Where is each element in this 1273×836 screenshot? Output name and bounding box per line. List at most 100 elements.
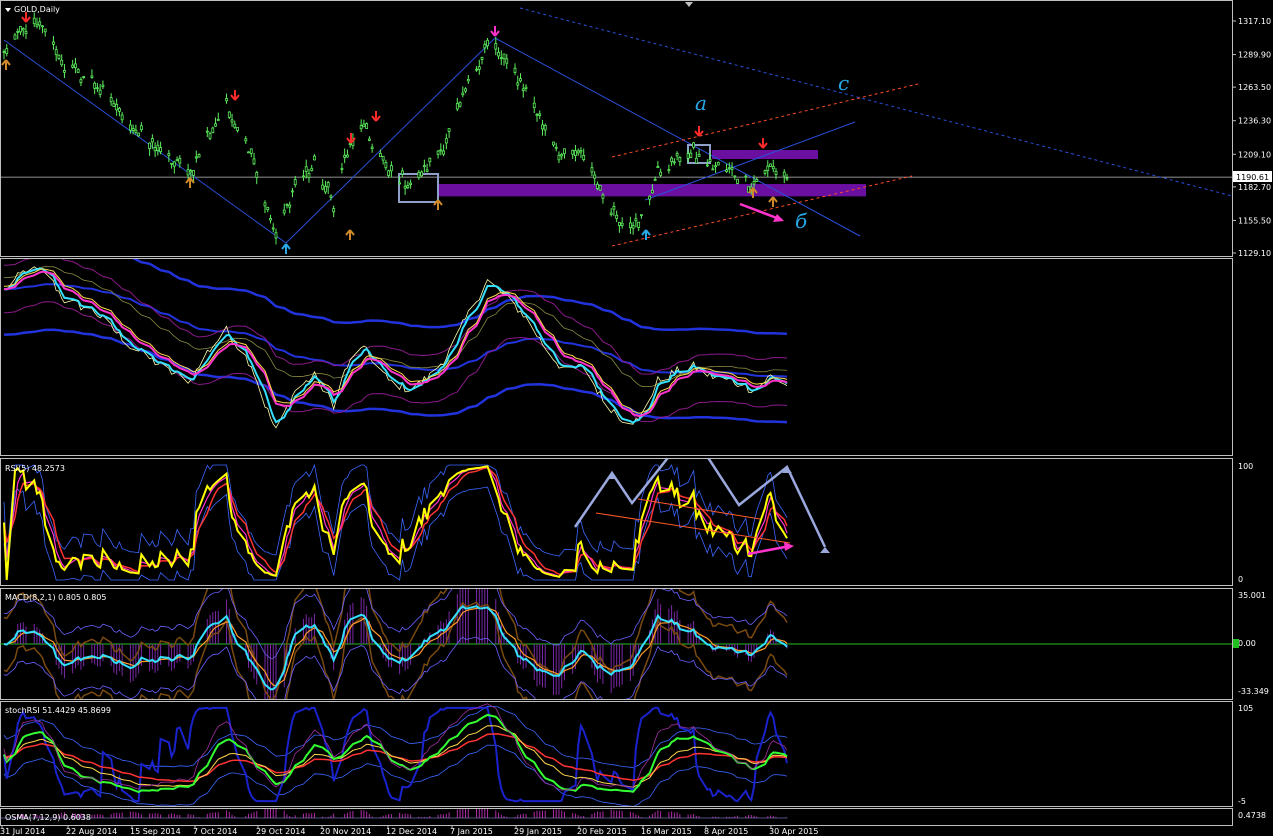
candle-body	[763, 170, 767, 174]
price-tick-label: 1236.30	[1238, 117, 1271, 126]
price-tick-label: 1209.10	[1238, 150, 1271, 159]
candle-body	[590, 167, 594, 173]
candle-body	[716, 162, 720, 166]
candle-body	[733, 175, 737, 178]
candle-body	[574, 150, 577, 156]
candle-body	[76, 68, 80, 73]
macd-tick-label: -33.349	[1238, 687, 1269, 696]
date-tick-label: 29 Oct 2014	[256, 827, 305, 836]
candle-body	[461, 92, 465, 96]
candle-body	[326, 182, 330, 188]
close-line	[3, 266, 788, 429]
candle-body	[178, 157, 182, 164]
candle-body	[71, 64, 75, 68]
candle-body	[205, 130, 209, 133]
date-tick-label: 12 Dec 2014	[386, 827, 437, 836]
candle-body	[535, 113, 539, 116]
date-axis: 31 Jul 2014 22 Aug 2014 15 Sep 2014 7 Oct 2…	[0, 826, 818, 836]
fractal-down-arrow	[758, 138, 768, 149]
candle-body	[497, 51, 500, 57]
fractal-down-arrow	[490, 26, 500, 37]
candle-body	[486, 39, 489, 47]
candle-body	[134, 129, 138, 133]
candle-body	[598, 185, 602, 191]
candle-body	[329, 195, 333, 198]
rsi-panel[interactable]	[3, 430, 830, 581]
zigzag-arrowhead	[820, 547, 830, 553]
candle-body	[552, 141, 555, 146]
candle-body	[82, 76, 86, 78]
candle-body	[675, 152, 679, 157]
candle-body	[579, 149, 583, 153]
symbol-title: GOLD,Daily	[14, 5, 60, 14]
candle-body	[5, 48, 9, 54]
fractal-down-arrow	[694, 126, 704, 137]
candle-body	[648, 195, 652, 200]
menu-triangle-icon[interactable]	[5, 8, 11, 12]
candle-body	[346, 154, 349, 158]
candle-body	[208, 133, 212, 139]
current-price-label: 1190.61	[1236, 173, 1269, 182]
candle-body	[227, 111, 231, 118]
bands-panel[interactable]	[3, 242, 788, 429]
candle-body	[670, 157, 674, 163]
osma-panel[interactable]	[0, 806, 788, 819]
candle-body	[13, 34, 17, 40]
date-tick-label: 7 Jan 2015	[450, 827, 493, 836]
trend-line	[285, 37, 496, 244]
candle-body	[634, 218, 638, 222]
candle-body	[714, 165, 717, 168]
candle-body	[499, 57, 503, 60]
candle-body	[112, 103, 116, 107]
candle-body	[420, 171, 424, 177]
wave-label-a: a	[695, 91, 707, 115]
candle-body	[755, 178, 759, 182]
candle-body	[90, 75, 94, 78]
candle-body	[225, 98, 228, 102]
candle-body	[271, 227, 275, 230]
candle-body	[609, 212, 613, 215]
candle-body	[766, 165, 770, 171]
candle-body	[285, 203, 289, 206]
candle-body	[266, 207, 270, 211]
candle-body	[639, 214, 643, 217]
candle-body	[362, 123, 366, 128]
candle-body	[620, 222, 624, 226]
candle-body	[730, 167, 734, 170]
fractal-up-arrow	[345, 229, 355, 240]
candle-body	[137, 132, 141, 137]
candle-body	[442, 150, 445, 155]
stoch-tick-label: -5	[1238, 797, 1246, 806]
candle-body	[612, 206, 616, 210]
candle-body	[186, 169, 190, 176]
trading-terminal-chart: 1317.10 1289.90 1263.50 1236.30 1209.10 1182.…	[0, 0, 1273, 836]
candle-body	[74, 63, 77, 68]
candle-body	[516, 82, 520, 86]
stochrsi-panel[interactable]	[3, 703, 788, 807]
candle-body	[255, 172, 259, 178]
candle-body	[98, 89, 102, 95]
candle-body	[175, 159, 179, 162]
candle-body	[505, 58, 509, 64]
candle-body	[483, 43, 487, 49]
date-tick-label: 8 Apr 2015	[704, 827, 748, 836]
candle-body	[521, 88, 525, 91]
candle-body	[189, 170, 193, 173]
wave-label-c: c	[838, 71, 849, 95]
candle-body	[381, 155, 385, 161]
trend-line	[519, 7, 1232, 197]
candle-body	[774, 170, 778, 176]
candle-body	[131, 128, 135, 132]
candle-body	[128, 124, 132, 131]
candle-body	[211, 127, 215, 133]
chart-svg[interactable]: 1317.10 1289.90 1263.50 1236.30 1209.10 1182.…	[0, 0, 1273, 836]
candle-body	[214, 123, 217, 127]
candle-body	[343, 154, 347, 158]
stoch-slow-line	[3, 733, 788, 783]
candle-body	[192, 170, 195, 176]
candle-body	[631, 225, 635, 229]
rsi-title: RSI(5) 48.2573	[5, 464, 65, 473]
price-panel[interactable]	[0, 2, 1232, 254]
stoch-tick-label: 105	[1238, 704, 1253, 713]
fractal-down-arrow	[230, 90, 240, 101]
